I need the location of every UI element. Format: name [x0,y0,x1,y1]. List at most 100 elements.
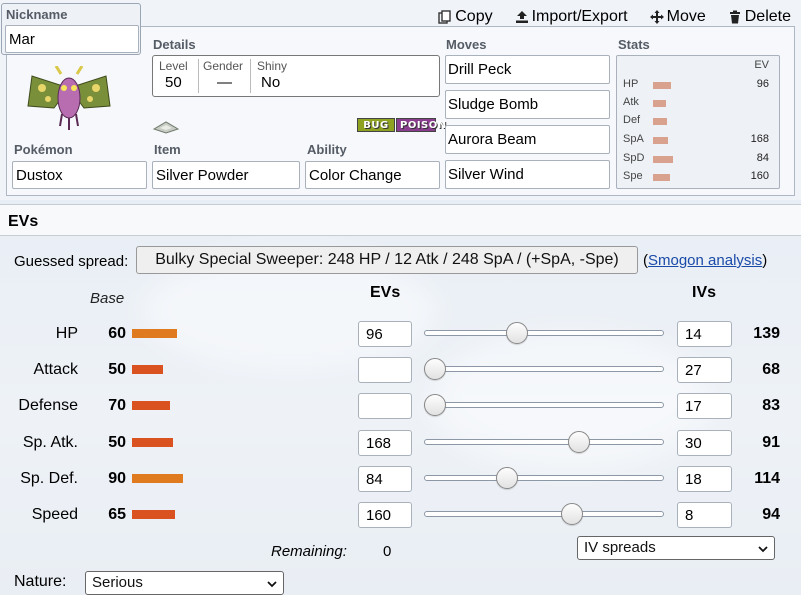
base-stat-bar [132,474,183,483]
item-label: Item [154,142,181,157]
stat-bar [653,82,671,89]
item-input[interactable]: Silver Powder [152,161,300,189]
stat-row-total: 114 [754,470,780,487]
stat-row-name: Sp. Atk. [22,434,78,451]
iv-input-attack[interactable]: 27 [677,357,732,383]
pokemon-label: Pokémon [14,142,73,157]
ev-slider-thumb[interactable] [506,322,529,344]
stats-row: SpA 168 [623,133,773,151]
type-bug-badge: BUG [357,118,395,132]
stat-row-name: HP [55,325,78,342]
move-button[interactable]: Move [649,8,706,26]
stat-name: Spe [623,170,643,182]
ev-input-attack[interactable] [358,357,412,383]
iv-input-sp-atk[interactable]: 30 [677,430,732,456]
stat-row-base: 90 [108,470,126,487]
ev-slider-track[interactable] [424,475,664,481]
move-arrows-icon [649,10,664,24]
moves-label: Moves [446,37,487,52]
smogon-analysis: (Smogon analysis) [643,252,767,269]
stat-bar [653,118,667,125]
nature-select[interactable]: Serious [85,571,284,595]
ev-slider-track[interactable] [424,366,664,372]
ev-input-defense[interactable] [358,393,412,419]
stats-ev-header: EV [754,59,769,71]
chevron-down-icon [758,546,768,553]
stat-bar [653,137,668,144]
ev-slider-thumb[interactable] [424,358,446,380]
move-4-input[interactable]: Silver Wind [445,160,610,189]
move-2-input[interactable]: Sludge Bomb [445,90,610,119]
trash-icon [729,10,740,24]
details-label: Details [153,37,196,52]
level-cell: Level 50 [159,59,199,93]
stat-ev: 160 [750,170,769,182]
stats-summary[interactable]: EV HP 96 Atk Def SpA 168 SpD 84 Spe 160 [616,55,780,189]
stats-label: Stats [618,37,650,52]
remaining-value: 0 [383,543,392,560]
ev-slider-track[interactable] [424,511,664,517]
base-column-header: Base [90,290,125,307]
set-panel: Nickname Mar Copy Import/Export Move Del… [0,0,801,200]
iv-input-hp[interactable]: 14 [677,321,732,347]
ability-input[interactable]: Color Change [305,161,440,189]
ev-slider-thumb[interactable] [495,467,518,489]
remaining-label: Remaining: [271,543,347,560]
ev-input-sp-def[interactable]: 84 [358,466,412,492]
nature-label: Nature: [14,573,67,590]
type-badges: BUG POISON [357,118,446,132]
nickname-box: Nickname Mar [1,3,141,55]
stat-row-total: 83 [762,397,780,414]
stat-ev: 168 [750,133,769,145]
evs-column-header: EVs [370,284,401,301]
ev-slider-track[interactable] [424,402,664,408]
stats-row: Atk [623,96,773,114]
ev-slider-thumb[interactable] [424,394,446,416]
pokemon-input[interactable]: Dustox [12,161,147,189]
copy-button[interactable]: Copy [438,8,493,26]
ev-slider-track[interactable] [424,330,664,336]
stat-name: HP [623,78,639,90]
iv-input-defense[interactable]: 17 [677,393,732,419]
guessed-spread-button[interactable]: Bulky Special Sweeper: 248 HP / 12 Atk /… [136,246,638,274]
ev-slider-track[interactable] [424,439,664,445]
smogon-analysis-link[interactable]: Smogon analysis [648,252,762,269]
stat-row-base: 70 [108,397,126,414]
stat-row-base: 50 [108,434,126,451]
shiny-value: No [261,74,281,91]
move-3-input[interactable]: Aurora Beam [445,125,610,154]
iv-spreads-value: IV spreads [584,539,656,556]
iv-input-speed[interactable]: 8 [677,502,732,528]
gender-cell: Gender — [199,59,251,93]
import-export-label: Import/Export [531,8,628,25]
stats-row: Spe 160 [623,170,773,188]
gender-label: Gender [203,59,244,73]
nickname-input[interactable]: Mar [5,25,139,53]
stat-row-name: Speed [31,506,78,523]
ev-input-speed[interactable]: 160 [358,502,412,528]
ev-slider-thumb[interactable] [560,503,583,525]
ev-input-hp[interactable]: 96 [358,321,412,347]
stat-row-base: 60 [108,325,126,342]
stat-name: SpA [623,133,644,145]
ev-input-sp-atk[interactable]: 168 [358,430,412,456]
base-stat-bar [132,438,173,447]
shiny-cell: Shiny No [251,59,311,93]
iv-input-sp-def[interactable]: 18 [677,466,732,492]
move-1-input[interactable]: Drill Peck [445,55,610,84]
evs-title: EVs [8,213,39,230]
stat-row-base: 50 [108,361,126,378]
guessed-spread-label: Guessed spread: [14,253,129,270]
move-label: Move [666,8,706,25]
evs-header-bar: EVs [0,204,801,236]
stats-row: Def [623,114,773,132]
iv-spreads-select[interactable]: IV spreads [577,536,775,560]
pokemon-sprite[interactable] [24,66,114,134]
stats-row: HP 96 [623,78,773,96]
import-export-button[interactable]: Import/Export [515,8,628,26]
ev-slider-thumb[interactable] [567,431,590,453]
gender-value: — [217,74,232,91]
details-box[interactable]: Level 50 Gender — Shiny No [152,55,440,97]
delete-button[interactable]: Delete [728,8,791,26]
copy-icon [438,10,451,24]
